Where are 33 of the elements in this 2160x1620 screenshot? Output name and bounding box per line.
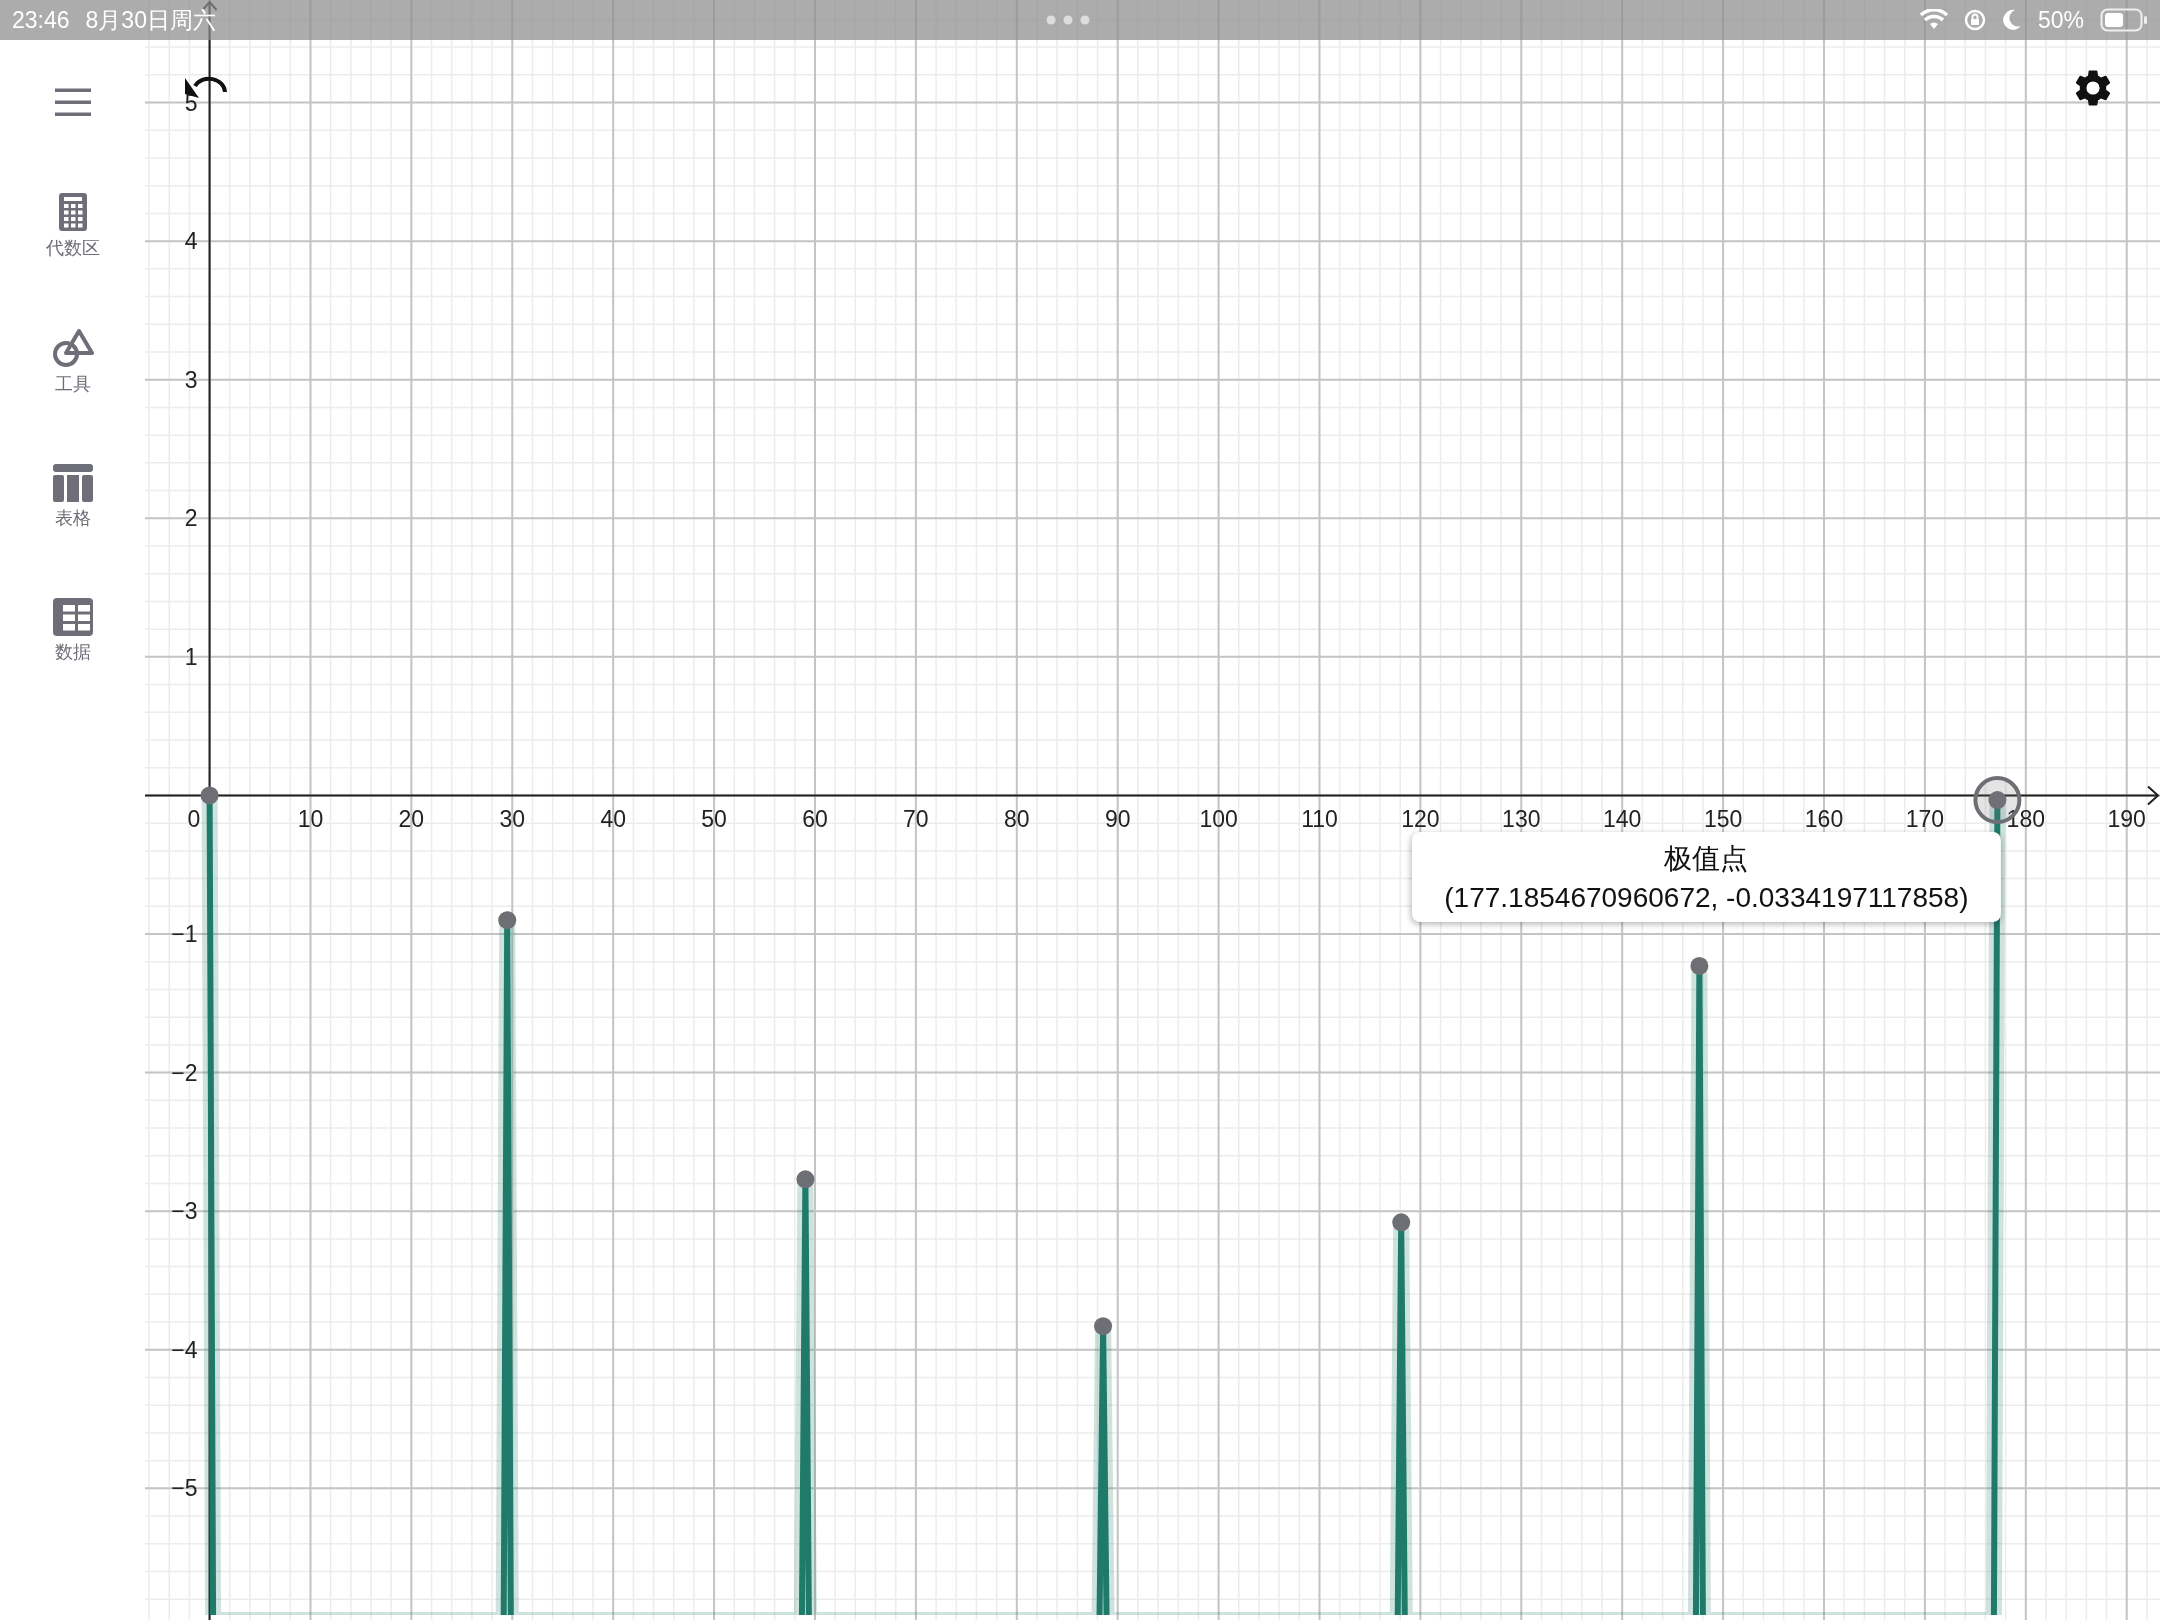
y-tick-label: −4	[171, 1336, 198, 1363]
x-tick-label: 40	[600, 806, 626, 833]
x-tick-label: 20	[398, 806, 425, 833]
y-tick-label: −2	[171, 1059, 198, 1086]
x-tick-label: 50	[701, 806, 727, 833]
x-tick-label: 120	[1401, 806, 1440, 833]
x-tick-label: 110	[1301, 806, 1338, 833]
origin-label: 0	[187, 806, 201, 833]
status-time: 23:46	[12, 6, 70, 34]
x-tick-label: 190	[2107, 806, 2146, 833]
x-tick-label: 90	[1104, 806, 1131, 833]
x-tick-label: 140	[1603, 806, 1642, 833]
x-tick-label: 160	[1804, 806, 1844, 833]
y-tick-label: −5	[171, 1475, 198, 1502]
battery-percent: 50%	[2037, 6, 2084, 34]
y-tick-label: 4	[184, 228, 198, 255]
x-tick-label: 80	[1004, 806, 1030, 833]
y-tick-label: 3	[184, 366, 198, 393]
x-tick-label: 130	[1502, 806, 1541, 833]
y-tick-label: 1	[184, 643, 198, 670]
x-tick-label: 10	[297, 806, 324, 833]
y-tick-label: 2	[184, 505, 198, 532]
x-tick-label: 30	[499, 806, 526, 833]
x-tick-label: 150	[1703, 806, 1743, 833]
x-tick-label: 180	[2006, 806, 2045, 833]
y-tick-label: −1	[171, 921, 198, 948]
x-tick-label: 60	[802, 806, 828, 833]
x-tick-label: 70	[903, 806, 929, 833]
y-tick-label: −3	[171, 1198, 198, 1225]
x-tick-label: 100	[1199, 806, 1238, 833]
tooltip-coordinates: (177.1854670960672, -0.0334197117858)	[1444, 882, 1969, 914]
tooltip-title: 极值点	[1664, 842, 1749, 876]
x-tick-label: 170	[1905, 806, 1945, 833]
